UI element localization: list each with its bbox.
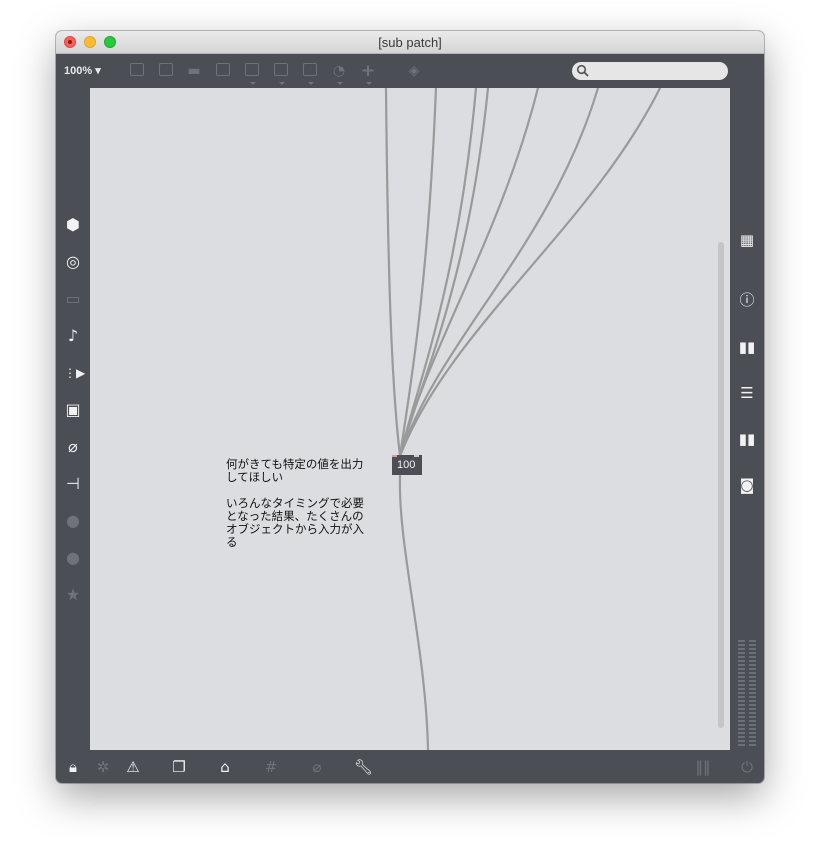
power-icon[interactable]: ⏻ [738,758,756,776]
patch-cord [398,88,478,458]
chevron-down-icon: ▾ [95,65,101,77]
slider-object-icon[interactable] [303,63,317,76]
music-note-icon[interactable]: ♪ [64,327,82,345]
patcher-canvas[interactable]: 100 何がきても特定の値を出力してほしい いろんなタイミングで必要となった結果… [90,88,730,750]
plug-icon[interactable]: ⊣ [64,475,82,493]
cube-icon[interactable]: ⬢ [64,216,82,234]
level-meter-left [738,640,745,748]
button-object-icon[interactable] [245,63,259,76]
grid-icon[interactable]: ▦ [738,231,756,249]
bottom-toolbar: 🔒︎ ✲ ⚠ ❐ ⌂ # ⌀ 🔧︎ ‖‖ ⏻ [56,750,764,783]
patcher-window: [sub patch] 100% ▾ ▬ ◔ + ◈ ⬢ ◎ ▭ ♪ ⋮▶⋮ ▣… [56,31,764,783]
chevron-down-icon [308,82,314,85]
level-meter-right [749,640,756,748]
comment-box[interactable]: 何がきても特定の値を出力してほしい いろんなタイミングで必要となった結果、たくさ… [226,458,370,549]
grid-icon[interactable]: # [262,758,280,776]
wrench-icon[interactable]: 🔧︎ [354,758,373,776]
plus-icon[interactable]: + [360,63,376,80]
chevron-down-icon [250,82,256,85]
b-icon[interactable]: ● [64,549,82,567]
search-field[interactable] [572,62,728,80]
toggle-icon[interactable] [216,63,230,76]
reference-icon[interactable]: ▮▮ [738,430,756,448]
new-message-icon[interactable] [159,63,173,76]
new-object-icon[interactable] [130,63,144,76]
zoom-menu[interactable]: 100% ▾ [64,64,101,77]
presentation-icon[interactable]: ▭ [64,290,82,308]
media-icon[interactable]: ⋮▶⋮ [64,364,97,382]
vertical-scrollbar[interactable] [718,242,724,728]
windows-icon[interactable]: ❐ [170,758,188,776]
comment-icon[interactable]: ▬ [186,63,202,79]
add-connection-icon[interactable]: ⌀ [308,758,326,776]
v-icon[interactable]: ● [64,512,82,530]
patch-cord [398,474,430,750]
mixer-icon[interactable]: ‖‖ [694,758,712,776]
warning-icon[interactable]: ⚠ [124,758,142,776]
right-sidebar: ▦ ⓘ ▮▮ ☰ ▮▮ ◙ [730,88,764,750]
chevron-down-icon [337,82,343,85]
presentation-mode-icon[interactable]: ⌂ [216,758,234,776]
left-sidebar: ⬢ ◎ ▭ ♪ ⋮▶⋮ ▣ ⌀ ⊣ ● ● ★ [56,88,97,750]
debug-icon[interactable]: ✲ [94,758,112,776]
snapshot-icon[interactable]: ◙ [738,476,756,494]
chevron-down-icon [279,82,285,85]
window-title: [sub patch] [378,35,442,50]
inlet[interactable] [392,455,397,457]
dial-icon[interactable]: ◔ [331,63,347,79]
patch-cord [398,88,490,458]
lock-icon[interactable]: 🔒︎ [64,758,82,776]
paperclip-icon[interactable]: ⌀ [64,438,82,456]
top-toolbar: 100% ▾ ▬ ◔ + ◈ [56,54,764,88]
number-box[interactable]: 100 [392,455,422,475]
patch-cord [398,88,600,458]
play-object-icon[interactable] [274,63,288,76]
chevron-down-icon [366,82,372,85]
image-icon[interactable]: ▣ [64,401,82,419]
title-bar: [sub patch] [56,31,764,54]
patch-cord [398,88,662,458]
paint-bucket-icon[interactable]: ◈ [406,63,422,79]
inlet[interactable] [414,455,419,457]
search-icon [576,64,589,77]
patch-cord [384,88,402,458]
info-icon[interactable]: ⓘ [738,291,756,309]
target-icon[interactable]: ◎ [64,253,82,271]
book-open-icon[interactable]: ▮▮ [738,338,756,356]
patch-cords [384,88,662,750]
patch-cord [398,88,540,458]
star-icon[interactable]: ★ [64,586,82,604]
zoom-label: 100% [64,65,93,77]
list-icon[interactable]: ☰ [738,384,756,402]
number-box-value: 100 [397,459,416,471]
